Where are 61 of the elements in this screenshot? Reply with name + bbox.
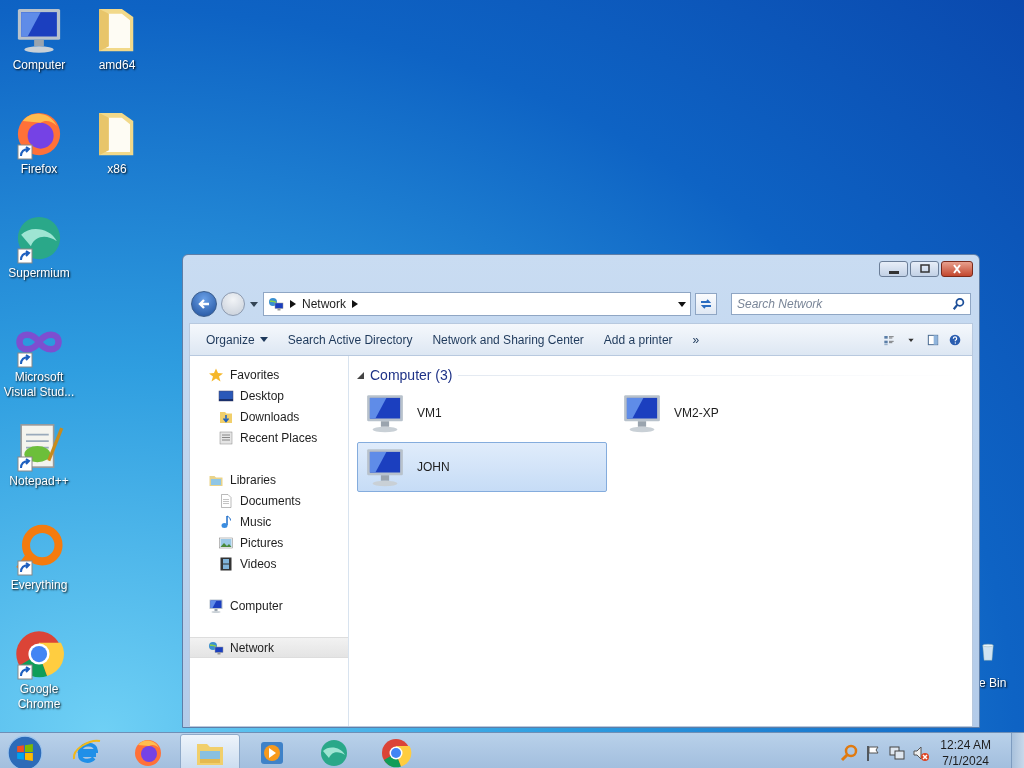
document-icon <box>218 492 234 509</box>
toolbar-button[interactable]: Search Active Directory <box>279 328 421 351</box>
navigation-item[interactable]: Music <box>190 511 348 532</box>
recent-places-icon <box>218 429 234 446</box>
group-header[interactable]: Computer (3) <box>370 367 453 383</box>
picture-icon <box>218 534 234 551</box>
navigation-item[interactable]: Pictures <box>190 532 348 553</box>
film-icon <box>218 555 234 572</box>
desktop-icon-label[interactable]: amd64 <box>78 58 156 73</box>
navigation-item[interactable]: Libraries <box>190 469 348 490</box>
minimize-button[interactable] <box>879 261 908 277</box>
navigation-item[interactable]: Favorites <box>190 364 348 385</box>
desktop-icon-label[interactable]: Supermium <box>0 266 78 281</box>
network-icon[interactable] <box>888 744 907 762</box>
maximize-icon <box>918 264 931 274</box>
toolbar-button[interactable]: Add a printer <box>595 328 681 351</box>
more-commands-button[interactable]: » <box>684 328 708 351</box>
navigation-item[interactable]: Recent Places <box>190 427 348 448</box>
toolbar-button[interactable]: Network and Sharing Center <box>424 328 592 351</box>
maximize-button[interactable] <box>910 261 939 277</box>
clock-time[interactable]: 12:24 AM <box>940 737 991 753</box>
network-device-item[interactable]: VM1 <box>357 388 607 438</box>
navigation-item[interactable]: Documents <box>190 490 348 511</box>
breadcrumb-arrow-icon[interactable] <box>352 300 358 308</box>
close-icon <box>951 264 963 274</box>
dropdown-caret-icon[interactable] <box>678 301 686 307</box>
close-button[interactable] <box>941 261 973 277</box>
network-device-item[interactable]: VM2-XP <box>614 388 864 438</box>
refresh-button[interactable] <box>695 293 717 315</box>
chrome-icon[interactable] <box>13 628 65 680</box>
network-icon <box>268 296 284 312</box>
desktop-icon <box>218 387 234 404</box>
breadcrumb-arrow-icon[interactable] <box>290 300 296 308</box>
back-arrow-icon <box>197 297 211 311</box>
desktop-icon-label[interactable]: Computer <box>0 58 78 73</box>
music-note-icon <box>218 513 234 530</box>
minimize-icon <box>888 270 899 274</box>
navigation-item[interactable]: Desktop <box>190 385 348 406</box>
collapse-arrow-icon[interactable] <box>357 371 364 379</box>
network-icon <box>208 639 224 656</box>
sphere-icon <box>318 737 350 768</box>
speaker-muted-icon[interactable] <box>912 744 931 762</box>
computer-icon <box>208 597 224 614</box>
chrome-icon <box>380 737 412 768</box>
address-bar[interactable]: Network <box>263 292 691 316</box>
clock-date[interactable]: 7/1/2024 <box>942 753 989 768</box>
breadcrumb[interactable]: Network <box>302 297 346 311</box>
navigation-item[interactable]: Downloads <box>190 406 348 427</box>
search-icon[interactable] <box>952 297 966 311</box>
firefox-icon <box>132 737 164 768</box>
recent-pages-button[interactable] <box>249 299 259 309</box>
navigation-item[interactable]: Network <box>190 637 348 658</box>
desktop-icon-label[interactable]: e Bin <box>979 676 1007 691</box>
navigation-item[interactable]: Videos <box>190 553 348 574</box>
desktop-icon-label[interactable]: x86 <box>78 162 156 177</box>
desktop-icon-label[interactable]: Firefox <box>0 162 78 177</box>
back-button[interactable] <box>191 291 217 317</box>
network-device-item[interactable]: JOHN <box>357 442 607 492</box>
navigation-item[interactable]: Computer <box>190 595 348 616</box>
toolbar-button[interactable]: Organize <box>198 328 276 351</box>
search-field[interactable]: Search Network <box>731 293 971 315</box>
